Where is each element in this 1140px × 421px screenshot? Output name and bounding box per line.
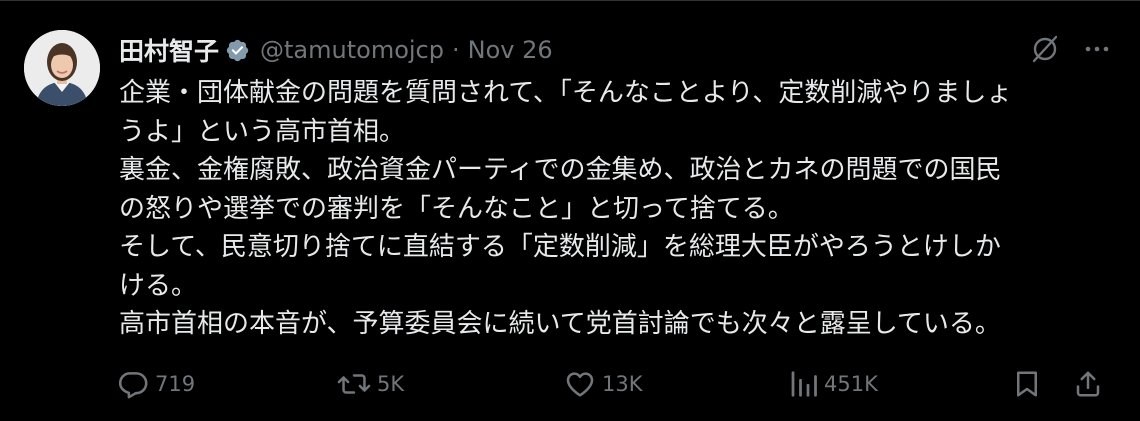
separator-dot: · — [451, 36, 460, 64]
profile-photo-icon — [24, 30, 100, 106]
grok-icon[interactable] — [1030, 34, 1060, 64]
share-icon — [1076, 371, 1100, 397]
tweet-text-line: 高市首相の本音が、予算委員会に続いて党首討論でも次々と露呈している。 — [119, 309, 1001, 339]
action-bar: 719 5K 13K 451K — [0, 364, 1140, 404]
display-name[interactable]: 田村智子 — [119, 32, 219, 68]
tweet-text-line: ける。 — [119, 270, 198, 301]
tweet-text-line: 企業・団体献金の問題を質問されて、「そんなことより、定数削減やりましょ — [119, 78, 1013, 108]
tweet-text: 企業・団体献金の問題を質問されて、「そんなことより、定数削減やりましょ うよ」と… — [119, 74, 1114, 344]
share-button[interactable] — [1073, 364, 1103, 404]
views-button[interactable]: 451K — [788, 364, 878, 404]
bookmark-button[interactable] — [1012, 364, 1042, 404]
tweet-header: 田村智子 @tamutomojcp · Nov 26 — [119, 32, 553, 68]
tweet: 田村智子 @tamutomojcp · Nov 26 企業・団体献金の問題を質問… — [0, 0, 1140, 421]
reply-button[interactable]: 719 — [117, 364, 195, 404]
repost-button[interactable]: 5K — [337, 364, 404, 404]
heart-icon — [566, 372, 594, 397]
view-count: 451K — [824, 372, 878, 396]
post-date[interactable]: Nov 26 — [468, 36, 553, 64]
tweet-text-line: の怒りや選挙での審判を「そんなこと」と切って捨てる。 — [119, 193, 794, 224]
reply-count: 719 — [155, 372, 196, 396]
views-chart-icon — [791, 371, 817, 397]
like-count: 13K — [602, 372, 643, 396]
top-right-actions — [1030, 34, 1112, 64]
reply-icon — [118, 372, 148, 399]
repost-icon — [337, 374, 371, 394]
tweet-text-line: そして、民意切り捨てに直結する「定数削減」を総理大臣がやろうとけしか — [119, 232, 1001, 262]
more-icon[interactable] — [1082, 34, 1112, 64]
handle[interactable]: @tamutomojcp — [260, 36, 444, 64]
tweet-text-line: 裏金、金権腐敗、政治資金パーティでの金集め、政治とカネの問題での国民 — [119, 155, 1002, 185]
avatar[interactable] — [24, 30, 100, 106]
verified-badge-icon[interactable] — [225, 38, 250, 63]
like-button[interactable]: 13K — [564, 364, 643, 404]
repost-count: 5K — [377, 372, 405, 396]
bookmark-icon — [1017, 371, 1037, 397]
tweet-text-line: うよ」という高市首相。 — [119, 116, 406, 147]
